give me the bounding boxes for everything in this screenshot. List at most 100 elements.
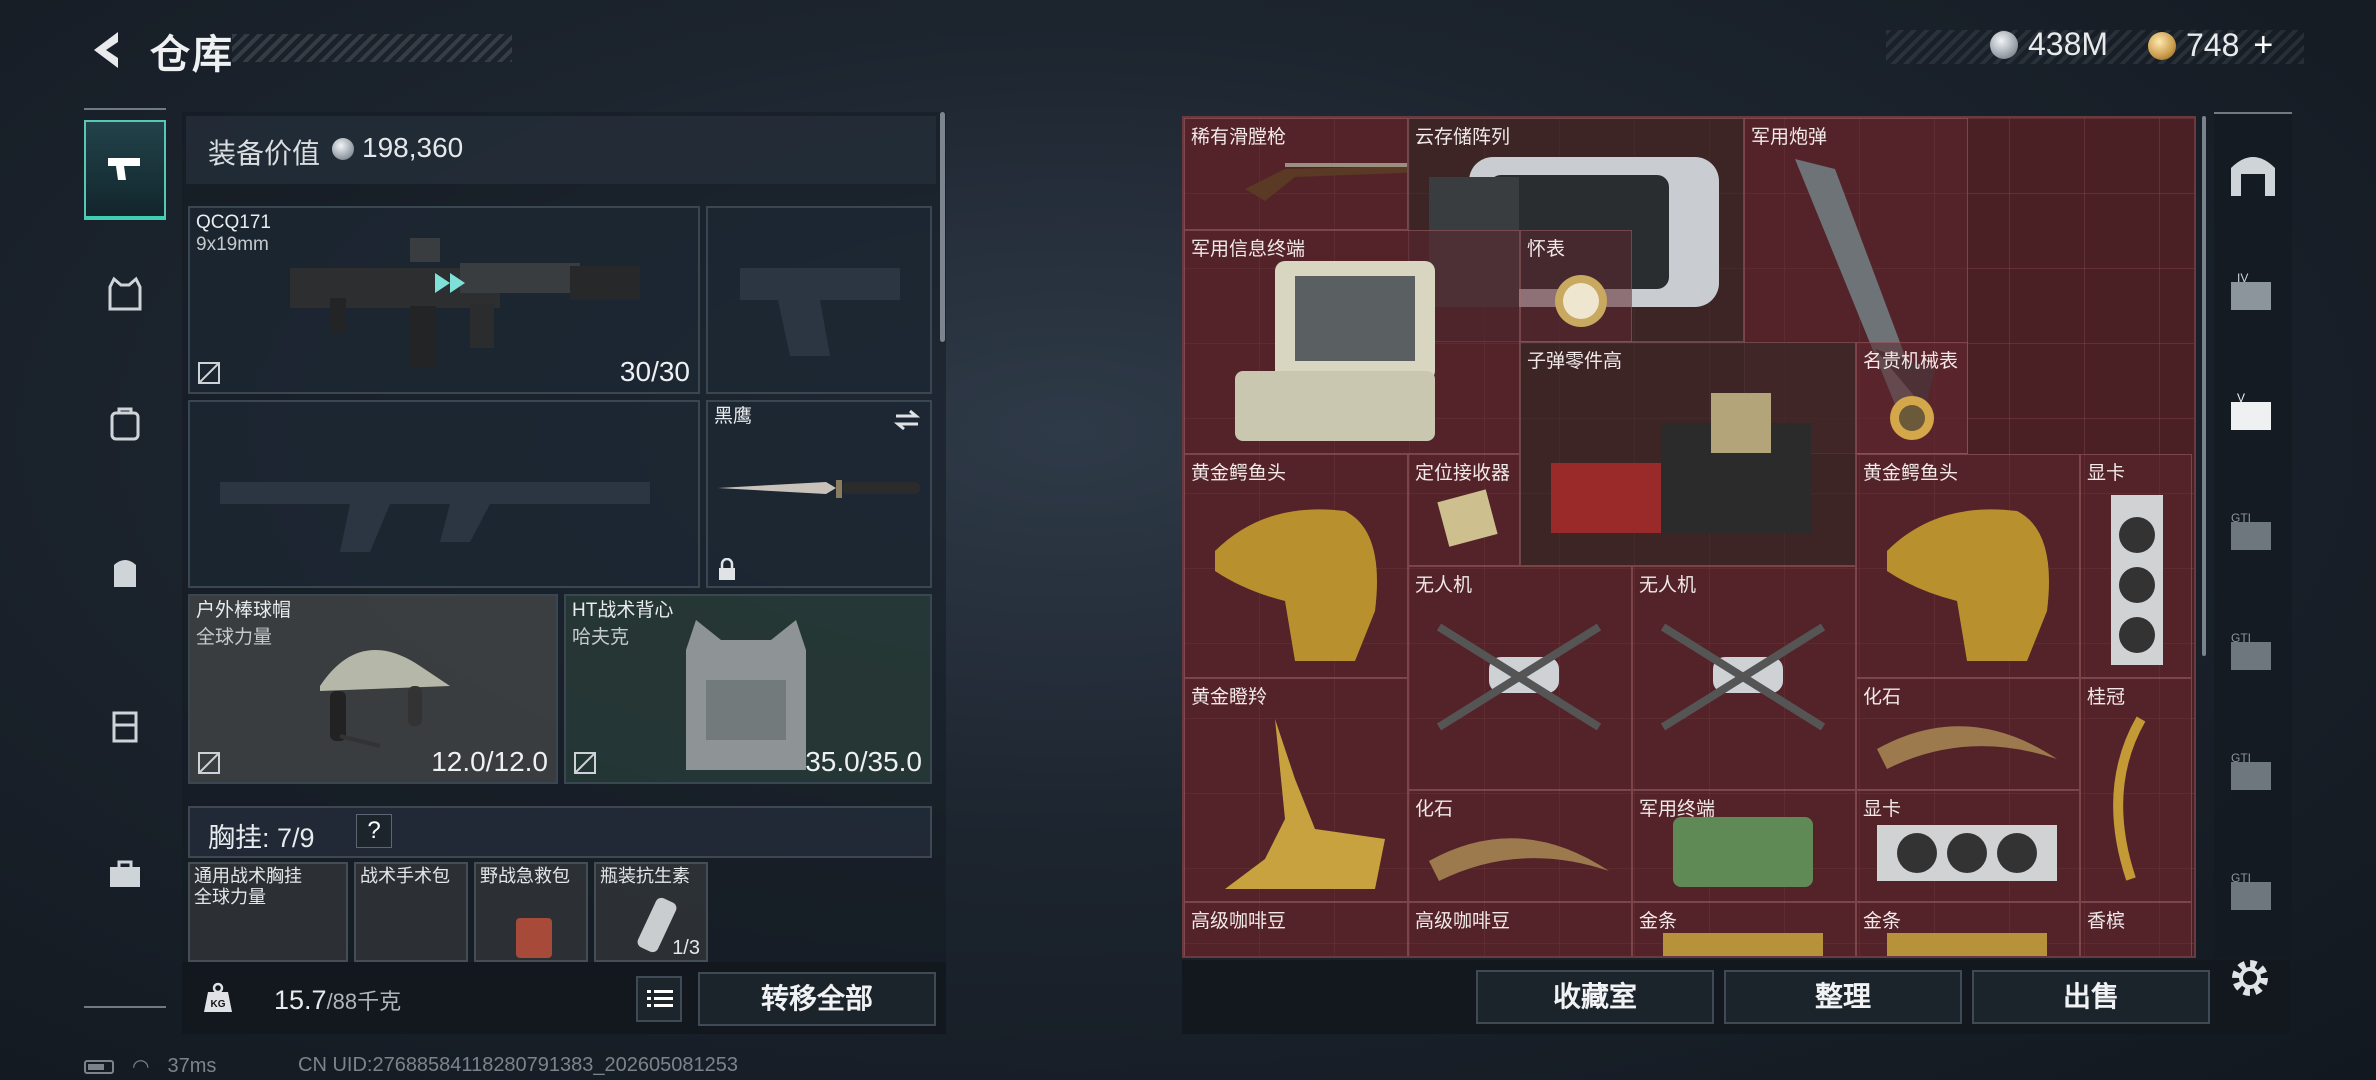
drone-image bbox=[1436, 623, 1602, 731]
nav-toolbox[interactable] bbox=[84, 824, 166, 924]
help-button[interactable]: ? bbox=[356, 814, 392, 848]
storage-item[interactable]: 高级咖啡豆 bbox=[1184, 902, 1408, 956]
item-name: 香槟 bbox=[2087, 911, 2126, 932]
storage-item[interactable]: 化石 bbox=[1408, 790, 1632, 902]
secondary-weapon-slot[interactable] bbox=[188, 400, 700, 588]
equipment-scrollbar[interactable] bbox=[940, 112, 945, 342]
sort-button[interactable]: 整理 bbox=[1724, 970, 1962, 1024]
chest-item-slot[interactable]: 瓶装抗生素 1/3 bbox=[594, 862, 708, 962]
primary-weapon-slot[interactable]: QCQ171 9x19mm 30/30 bbox=[188, 206, 700, 394]
military-terminal-image bbox=[1235, 261, 1435, 441]
storage-tab-gti-3[interactable]: GTI bbox=[2218, 738, 2288, 808]
storage-item[interactable]: 黄金瞪羚 bbox=[1184, 678, 1408, 902]
weapon-ammo-count: 30/30 bbox=[619, 356, 690, 387]
title-decoration bbox=[232, 34, 512, 62]
storage-item[interactable]: 怀表 bbox=[1520, 230, 1632, 342]
item-name: 军用终端 bbox=[1639, 799, 1716, 820]
storage-item[interactable]: 无人机 bbox=[1632, 566, 1856, 790]
armor-slot[interactable]: HT战术背心 哈夫克 35.0/35.0 bbox=[564, 594, 932, 784]
storage-item[interactable]: 显卡 bbox=[1856, 790, 2080, 902]
gps-receiver-image bbox=[1437, 489, 1498, 547]
storage-item[interactable]: 军用信息终端 bbox=[1184, 230, 1520, 454]
storage-item[interactable]: 显卡 bbox=[2080, 454, 2192, 678]
back-arrow-icon[interactable] bbox=[84, 28, 128, 72]
svg-text:GTI: GTI bbox=[2231, 751, 2251, 765]
golden-crocodile-head-image bbox=[1215, 509, 1377, 661]
item-name: 无人机 bbox=[1415, 575, 1473, 596]
helmet-slot[interactable]: 户外棒球帽 全球力量 12.0/12.0 bbox=[188, 594, 558, 784]
storage-item[interactable]: 定位接收器 bbox=[1408, 454, 1520, 566]
collection-room-button[interactable]: 收藏室 bbox=[1476, 970, 1714, 1024]
item-name: 黄金瞪羚 bbox=[1191, 687, 1268, 708]
gold-bar-image bbox=[1887, 933, 2047, 956]
gold-bar-image bbox=[1663, 933, 1823, 956]
gti-box-icon: GTI bbox=[2231, 511, 2271, 550]
storage-item[interactable]: 金条 bbox=[1632, 902, 1856, 956]
storage-tab-gti-1[interactable]: GTI bbox=[2218, 498, 2288, 568]
storage-tab-4[interactable]: IV bbox=[2218, 258, 2288, 328]
sell-button[interactable]: 出售 bbox=[1972, 970, 2210, 1024]
nav-pack[interactable] bbox=[84, 522, 166, 622]
add-currency-button[interactable]: + bbox=[2253, 26, 2273, 65]
item-name: 显卡 bbox=[2087, 463, 2126, 484]
drone-image bbox=[1660, 623, 1826, 731]
storage-tab-gti-2[interactable]: GTI bbox=[2218, 618, 2288, 688]
bag-icon bbox=[110, 407, 140, 441]
storage-item[interactable]: 黄金鳄鱼头 bbox=[1856, 454, 2080, 678]
item-name: 化石 bbox=[1415, 799, 1454, 820]
sidearm-slot[interactable] bbox=[706, 206, 932, 394]
storage-item[interactable]: 高级咖啡豆 bbox=[1408, 902, 1632, 956]
svg-text:GTI: GTI bbox=[2231, 871, 2251, 885]
storage-tab-5[interactable]: V bbox=[2218, 378, 2288, 448]
nav-armor[interactable] bbox=[84, 244, 166, 344]
settings-gear-icon[interactable] bbox=[2226, 954, 2274, 1002]
nav-backpack[interactable] bbox=[84, 374, 166, 474]
storage-scrollbar[interactable] bbox=[2202, 116, 2206, 656]
nav-weapons[interactable] bbox=[84, 120, 166, 220]
vest-icon bbox=[108, 276, 142, 311]
melee-slot[interactable]: 黑鹰 bbox=[706, 400, 932, 588]
item-name: 金条 bbox=[1639, 911, 1678, 932]
storage-item[interactable]: 军用终端 bbox=[1632, 790, 1856, 902]
storage-item[interactable]: 无人机 bbox=[1408, 566, 1632, 790]
battery-icon bbox=[84, 1059, 114, 1074]
storage-item[interactable]: 桂冠 bbox=[2080, 678, 2192, 902]
item-name: 名贵机械表 bbox=[1863, 351, 1959, 372]
insured-flag-icon bbox=[574, 752, 596, 774]
cap-headset-image bbox=[320, 650, 450, 748]
page-title: 仓库 bbox=[150, 33, 234, 77]
storage-item[interactable]: 金条 bbox=[1856, 902, 2080, 956]
vest-image bbox=[686, 620, 806, 770]
warehouse-tab[interactable] bbox=[2218, 140, 2288, 210]
item-name: 军用炮弹 bbox=[1751, 127, 1828, 148]
storage-item[interactable]: 子弹零件高 bbox=[1520, 342, 1856, 566]
pistol-silhouette-icon bbox=[740, 268, 900, 356]
transfer-all-button[interactable]: 转移全部 bbox=[698, 972, 936, 1026]
helmet-name: 户外棒球帽 bbox=[196, 600, 292, 621]
item-name: 定位接收器 bbox=[1415, 463, 1511, 484]
svg-text:IV: IV bbox=[2237, 271, 2248, 285]
swap-icon[interactable] bbox=[892, 408, 922, 432]
chest-item-slot[interactable]: 战术手术包 bbox=[354, 862, 468, 962]
storage-item[interactable]: 黄金鳄鱼头 bbox=[1184, 454, 1408, 678]
chest-rig-slot[interactable]: 通用战术胸挂 全球力量 bbox=[188, 862, 348, 962]
list-view-button[interactable] bbox=[636, 976, 682, 1022]
fossil-image bbox=[1429, 838, 1609, 881]
pistol-icon bbox=[108, 158, 140, 180]
chest-item-slot[interactable]: 野战急救包 bbox=[474, 862, 588, 962]
storage-item[interactable]: 名贵机械表 bbox=[1856, 342, 1968, 454]
nav-container[interactable] bbox=[84, 676, 166, 776]
storage-tab-gti-4[interactable]: GTI bbox=[2218, 858, 2288, 928]
gti-box-icon: GTI bbox=[2231, 871, 2271, 910]
storage-box-icon: V bbox=[2231, 391, 2271, 430]
gold-currency[interactable]: 748 + bbox=[2148, 26, 2273, 65]
smg-image bbox=[290, 238, 640, 368]
weapon-ammo: 9x19mm bbox=[196, 234, 269, 255]
insured-flag-icon bbox=[198, 752, 220, 774]
storage-item[interactable]: 化石 bbox=[1856, 678, 2080, 790]
storage-item[interactable]: 稀有滑膛枪 bbox=[1184, 118, 1408, 230]
storage-item[interactable]: 香槟 bbox=[2080, 902, 2192, 956]
svg-text:V: V bbox=[2237, 391, 2245, 405]
carry-weight: 15.7/88千克 bbox=[274, 985, 402, 1015]
list-icon bbox=[647, 990, 673, 1007]
